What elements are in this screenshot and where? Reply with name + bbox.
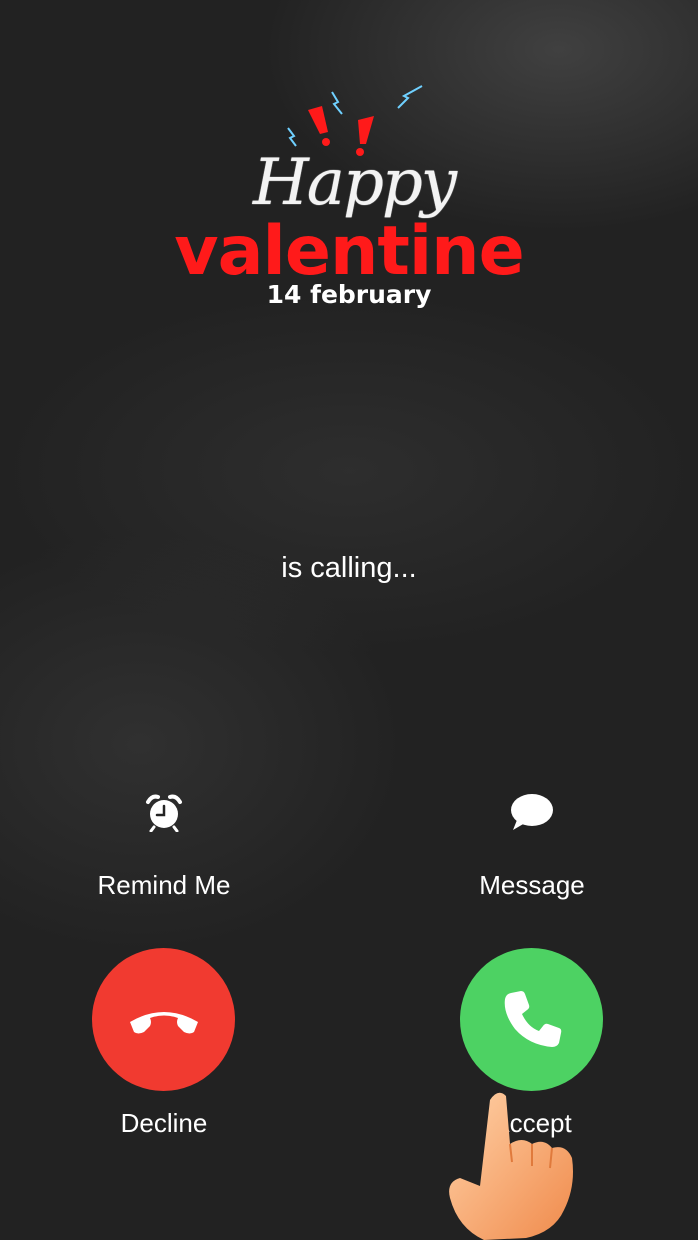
- decline-button[interactable]: [92, 948, 235, 1091]
- call-status: is calling...: [281, 552, 417, 584]
- decline-label: Decline: [120, 1108, 208, 1138]
- speech-bubble-icon: [511, 794, 553, 830]
- pointing-hand-icon: [449, 1092, 573, 1240]
- happy-text: Happy: [252, 146, 457, 220]
- phone-hangup-icon: [129, 1011, 198, 1033]
- message-label: Message: [479, 870, 585, 900]
- remind-me-label: Remind Me: [97, 870, 231, 900]
- remind-me-option[interactable]: Remind Me: [64, 792, 264, 901]
- phone-icon: [504, 990, 561, 1047]
- accept-button[interactable]: [460, 948, 603, 1091]
- date-subtitle: 14 february: [266, 280, 432, 309]
- happy-script: Happy: [244, 118, 464, 220]
- alarm-clock-icon: [146, 794, 182, 832]
- message-option[interactable]: Message: [432, 792, 632, 901]
